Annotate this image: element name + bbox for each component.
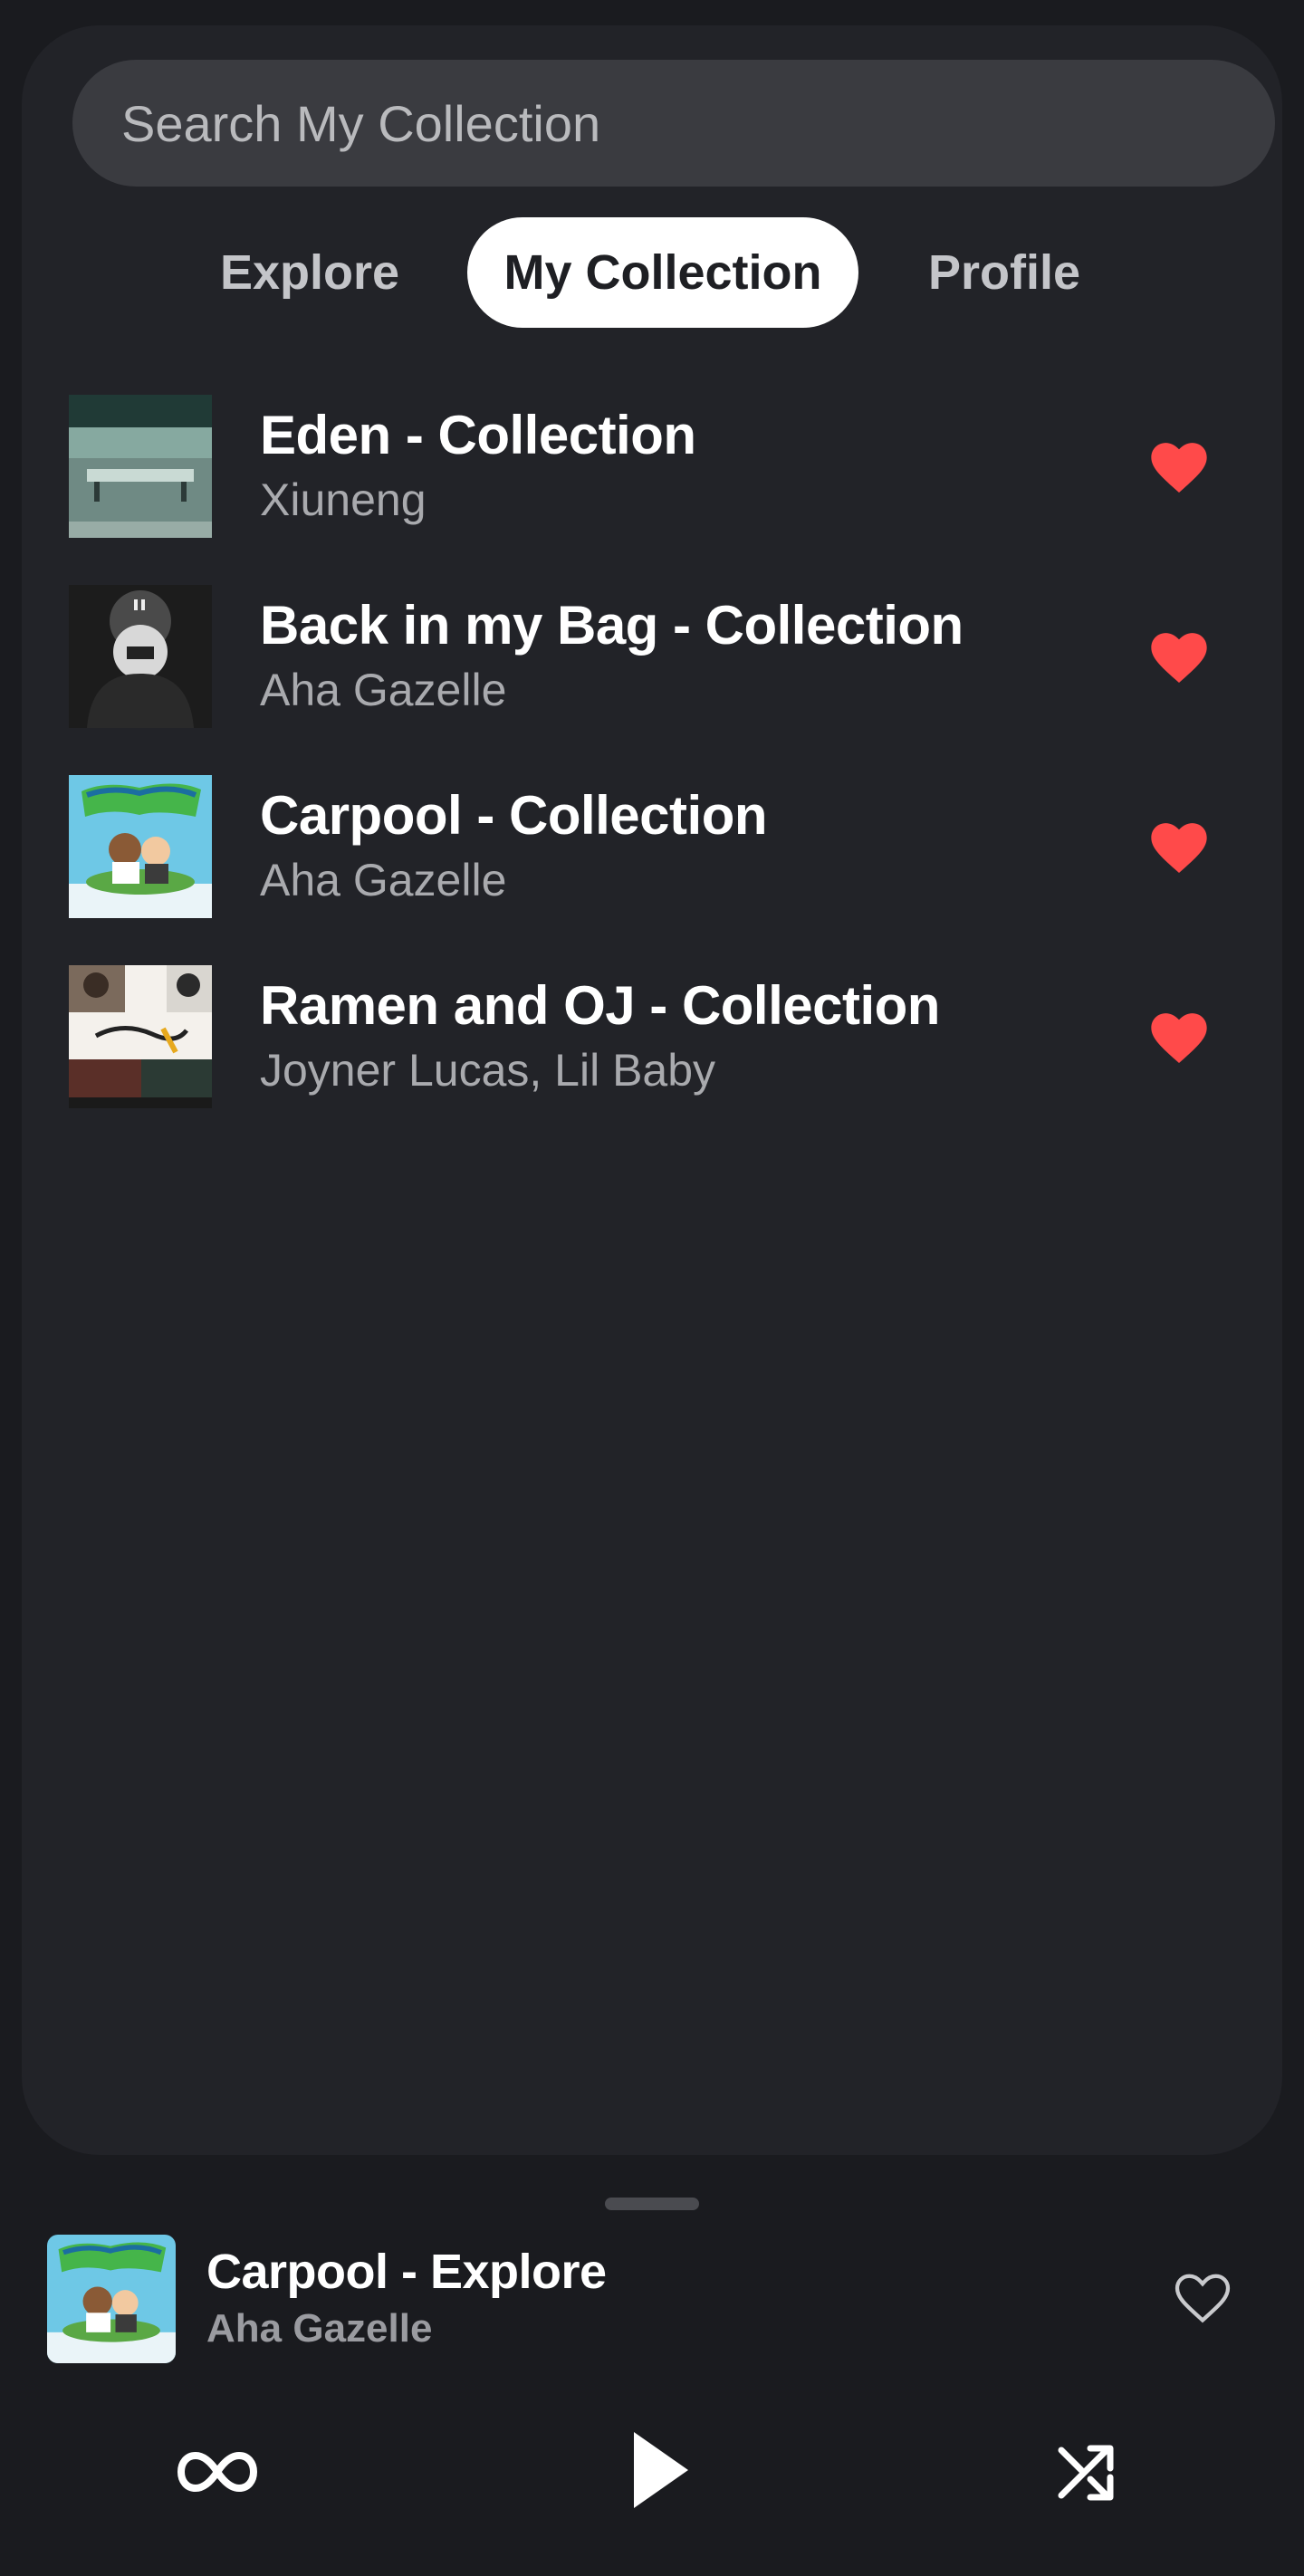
- infinity-icon[interactable]: [177, 2445, 257, 2499]
- song-artist: Aha Gazelle: [260, 855, 507, 905]
- now-playing-title: Carpool - Explore: [206, 2245, 607, 2299]
- album-art: [69, 585, 212, 728]
- shuffle-icon[interactable]: [1054, 2441, 1117, 2504]
- song-title: Back in my Bag - Collection: [260, 595, 964, 656]
- song-title: Eden - Collection: [260, 405, 696, 465]
- tab-profile[interactable]: Profile: [909, 217, 1099, 328]
- album-art: [69, 775, 212, 918]
- now-playing-artist: Aha Gazelle: [206, 2306, 433, 2351]
- heart-filled-icon[interactable]: [1150, 1010, 1208, 1065]
- list-item[interactable]: Ramen and OJ - Collection Joyner Lucas, …: [0, 965, 1304, 1110]
- tab-explore[interactable]: Explore: [204, 217, 416, 328]
- list-item[interactable]: Eden - Collection Xiuneng: [0, 395, 1304, 540]
- tab-bar: Explore My Collection Profile: [0, 217, 1304, 328]
- heart-filled-icon[interactable]: [1150, 820, 1208, 875]
- drag-handle[interactable]: [605, 2198, 699, 2210]
- search-bar[interactable]: [72, 60, 1275, 187]
- list-item[interactable]: Back in my Bag - Collection Aha Gazelle: [0, 585, 1304, 730]
- list-item[interactable]: Carpool - Collection Aha Gazelle: [0, 775, 1304, 920]
- heart-filled-icon[interactable]: [1150, 440, 1208, 494]
- song-artist: Xiuneng: [260, 474, 427, 525]
- tab-my-collection[interactable]: My Collection: [467, 217, 858, 328]
- heart-filled-icon[interactable]: [1150, 630, 1208, 685]
- now-playing-album-art[interactable]: [47, 2235, 176, 2363]
- song-title: Ramen and OJ - Collection: [260, 975, 940, 1036]
- song-artist: Aha Gazelle: [260, 665, 507, 715]
- heart-outline-icon[interactable]: [1174, 2271, 1232, 2325]
- search-input[interactable]: [120, 92, 1275, 154]
- song-artist: Joyner Lucas, Lil Baby: [260, 1045, 716, 1096]
- album-art: [69, 965, 212, 1108]
- play-icon[interactable]: [628, 2428, 692, 2512]
- song-title: Carpool - Collection: [260, 785, 768, 846]
- album-art: [69, 395, 212, 538]
